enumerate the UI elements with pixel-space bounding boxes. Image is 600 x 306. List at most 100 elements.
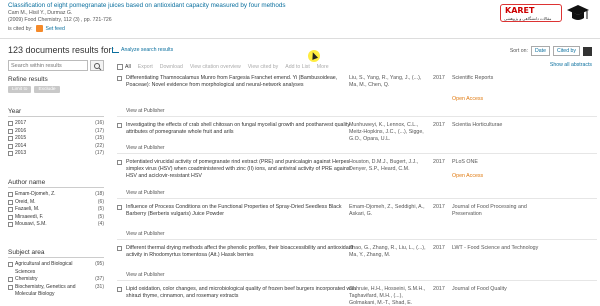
result-title[interactable]: Different thermal drying methods affect … [126,245,356,259]
sort-date-option[interactable]: Date [531,46,550,56]
result-authors[interactable]: Liu, S., Yang, R., Yang, J., (...), Ma, … [349,75,429,89]
analyze-results-label: Analyze search results [121,47,174,53]
facet-checkbox[interactable] [8,199,13,205]
facet-label: 2014 [15,142,27,149]
select-all-control[interactable]: All [117,63,131,70]
facet-checkbox[interactable] [8,136,13,142]
facet-item[interactable]: Biochemistry, Genetics and Molecular Bio… [8,284,104,299]
facet-checkbox[interactable] [8,143,13,149]
result-row: Different thermal drying methods affect … [117,240,597,281]
toolbar-add-to-list[interactable]: Add to List [285,64,310,70]
facet-item[interactable]: 2014 (22) [8,143,104,151]
analyze-results-link[interactable]: Analyze search results [112,47,173,53]
toolbar-view-citation-overview[interactable]: View citation overview [190,64,241,70]
result-journal[interactable]: Scientia Horticulturae [452,122,552,129]
result-title[interactable]: Potentiated virucidal activity of pomegr… [126,159,356,180]
sort-direction-icon[interactable] [583,46,592,56]
facet-item[interactable]: Chemistry (37) [8,276,104,284]
show-all-abstracts-link[interactable]: Show all abstracts [550,62,592,68]
rss-feed-icon[interactable] [35,25,43,32]
graduation-cap-icon [567,5,589,20]
result-journal[interactable]: PLoS ONE [452,159,552,166]
result-title[interactable]: Influence of Process Conditions on the F… [126,204,356,218]
view-at-publisher-link[interactable]: View at Publisher [126,108,165,114]
view-at-publisher-link[interactable]: View at Publisher [126,272,165,278]
facet-label: Mirsaeedi, F. [15,213,44,220]
facet-count: (95) [95,261,104,267]
toolbar-more[interactable]: More [317,64,329,70]
facet-item[interactable]: 2017 (16) [8,120,104,128]
facet-item[interactable]: Oreid, M. (6) [8,199,104,207]
facet-item[interactable]: Mirsaeedi, F. (5) [8,214,104,222]
view-at-publisher-link[interactable]: View at Publisher [126,231,165,237]
facet-checkbox[interactable] [8,151,13,157]
result-title[interactable]: Investigating the effects of crab shell … [126,122,356,136]
facet-checkbox[interactable] [8,277,13,283]
toolbar-download[interactable]: Download [160,64,183,70]
exclude-button[interactable]: Exclude [34,86,60,93]
facet-count: (5) [97,206,104,213]
result-year: 2017 [433,75,445,81]
subject-area-facet: Subject area Agricultural and Biological… [8,249,104,299]
toolbar-export[interactable]: Export [138,64,153,70]
search-icon[interactable] [90,60,104,71]
result-journal[interactable]: Scientific Reports [452,75,552,82]
subject-area-facet-title: Subject area [8,249,104,258]
result-authors[interactable]: Houston, D.M.J., Bugert, J.J., Denyer, S… [349,159,429,173]
refine-title: Refine results [8,76,48,83]
result-journal[interactable]: Journal of Food Quality [452,286,552,293]
result-checkbox[interactable] [117,160,122,165]
results-list: Differentiating Thamnocalamus Munro from… [117,75,597,306]
facet-label: Mousavi, S.M. [15,221,47,228]
facet-checkbox[interactable] [8,121,13,126]
result-title[interactable]: Lipid oxidation, color changes, and micr… [126,286,356,300]
cited-by-line: is cited by: Set feed [8,25,478,32]
facet-count: (18) [95,191,104,197]
facet-item[interactable]: Emam-Djomeh, Z. (18) [8,191,104,199]
result-authors[interactable]: Zhao, G., Zhang, R., Liu, L., (...), Ma,… [349,245,429,259]
result-checkbox[interactable] [117,123,122,128]
result-checkbox[interactable] [117,76,122,81]
result-checkbox[interactable] [117,287,122,292]
facet-checkbox[interactable] [8,262,13,267]
result-row: Investigating the effects of crab shell … [117,117,597,154]
result-year: 2017 [433,122,445,128]
facet-checkbox[interactable] [8,192,13,197]
facet-item[interactable]: 2015 (15) [8,135,104,143]
view-at-publisher-link[interactable]: View at Publisher [126,190,165,196]
result-checkbox[interactable] [117,246,122,251]
facet-item[interactable]: 2016 (17) [8,128,104,136]
document-header: Classification of eight pomegranate juic… [8,2,478,32]
facet-checkbox[interactable] [8,284,13,290]
result-authors[interactable]: Munhuweyi, K., Lennox, C.L., Meitz-Hopki… [349,122,429,143]
facet-checkbox[interactable] [8,128,13,134]
facet-item[interactable]: Mousavi, S.M. (4) [8,221,104,229]
set-feed-link[interactable]: Set feed [46,26,65,32]
facet-checkbox[interactable] [8,222,13,228]
sort-cited-by-select[interactable]: Cited by [552,46,580,56]
facet-item[interactable]: 2013 (17) [8,150,104,158]
author-facet-title: Author name [8,179,104,188]
facet-item[interactable]: Fazaeli, M. (5) [8,206,104,214]
karet-logo: KARET مقالات دانشگاهی و پژوهشی [500,2,594,26]
sort-label: Sort on: [509,48,528,54]
result-authors[interactable]: Emam-Djomeh, Z., Seddighi, A., Askari, G… [349,204,429,218]
result-journal[interactable]: LWT - Food Science and Technology [452,245,552,252]
select-all-checkbox[interactable] [117,63,123,70]
facet-label: Biochemistry, Genetics and Molecular Bio… [15,283,76,298]
source-document-title[interactable]: Classification of eight pomegranate juic… [8,2,478,10]
search-within-results-input[interactable] [8,60,88,71]
result-journal[interactable]: Journal of Food Processing and Preservat… [452,204,552,218]
facet-item[interactable]: Agricultural and Biological Sciences (95) [8,261,104,276]
facet-count: (37) [95,276,104,283]
result-title[interactable]: Differentiating Thamnocalamus Munro from… [126,75,356,89]
toolbar-view-cited-by[interactable]: View cited by [248,64,278,70]
result-authors[interactable]: Gahruie, H.H., Hosseini, S.M.H., Taghavi… [349,286,429,306]
limit-to-button[interactable]: Limit to [8,86,32,93]
view-at-publisher-link[interactable]: View at Publisher [126,145,165,151]
result-checkbox[interactable] [117,205,122,210]
source-document-reference: (2009) Food Chemistry, 112 (3) , pp. 721… [8,17,112,23]
facet-checkbox[interactable] [8,207,13,213]
facet-checkbox[interactable] [8,214,13,220]
result-row: Lipid oxidation, color changes, and micr… [117,281,597,306]
